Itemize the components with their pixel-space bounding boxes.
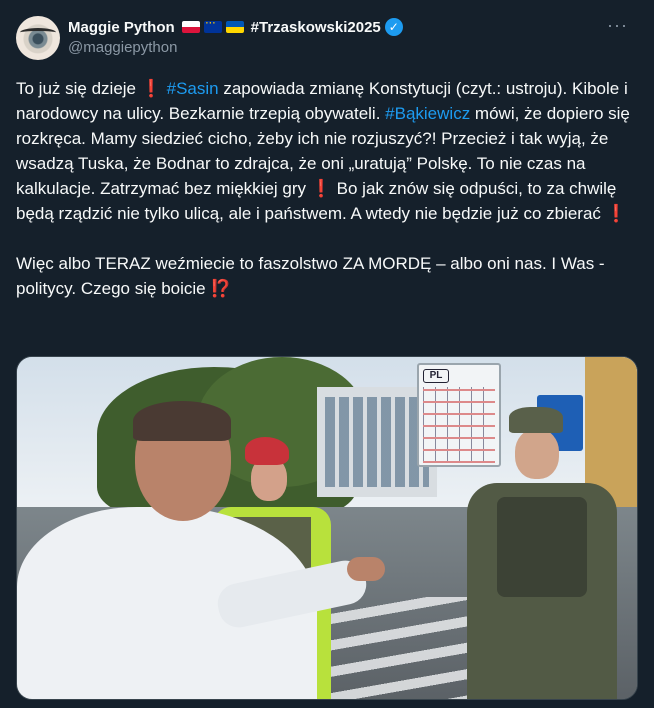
poland-flag-icon [181,21,200,33]
interrobang-icon: ⁉️ [210,279,232,298]
author-name-hashtag: #Trzaskowski2025 [250,18,381,36]
verified-badge-icon[interactable]: ✓ [384,18,403,36]
ukraine-flag-icon [225,21,244,33]
eu-flag-icon [203,18,222,33]
tweet-text: To już się dzieje ❗ #Sasin zapowiada zmi… [16,79,635,298]
tweet-header: Maggie Python #Trzaskowski2025 ✓ @maggie… [68,16,628,60]
author-avatar[interactable] [16,16,60,60]
author-handle[interactable]: @maggiepython [68,38,628,58]
exclamation-icon: ❗ [140,79,162,98]
hashtag-bakiewicz[interactable]: #Bąkiewicz [385,104,470,123]
more-options-icon[interactable]: ··· [607,16,628,34]
border-guard-officer [457,407,627,699]
author-name[interactable]: Maggie Python [68,19,175,36]
author-name-row: Maggie Python #Trzaskowski2025 ✓ [68,16,628,38]
exclamation-icon: ❗ [605,204,627,223]
border-sign-country-code: PL [423,369,449,383]
exclamation-icon: ❗ [310,179,332,198]
hashtag-sasin[interactable]: #Sasin [167,79,219,98]
tweet-card: Maggie Python #Trzaskowski2025 ✓ @maggie… [0,0,654,708]
tweet-photo[interactable]: PL [16,356,638,700]
man-in-white-shirt [17,397,385,699]
